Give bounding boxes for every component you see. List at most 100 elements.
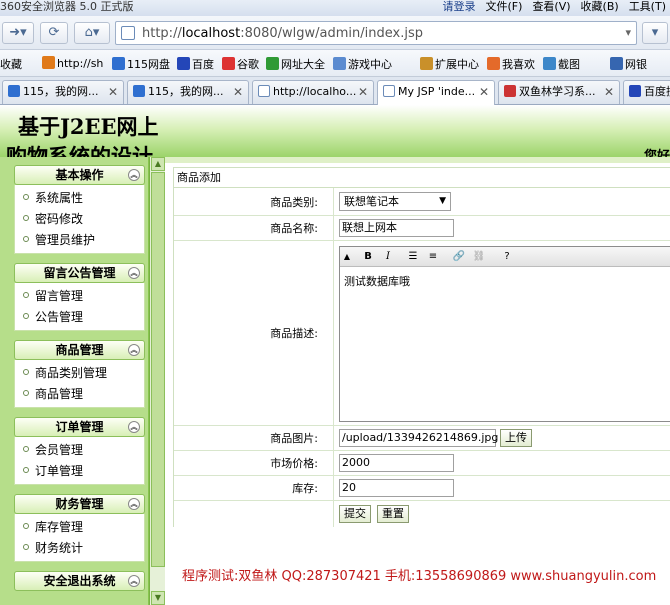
bank-icon <box>610 57 623 70</box>
close-icon[interactable]: ✕ <box>479 81 489 103</box>
url-nav-icon <box>266 57 279 70</box>
sidebar-item-message-manage[interactable]: 留言管理 <box>15 286 144 307</box>
fav-bank[interactable]: 网银 <box>610 56 647 72</box>
tab-115-b[interactable]: 115，我的网... ✕ <box>127 80 249 104</box>
rich-text-editor[interactable]: ▲ B I ☰ ≡ 🔗 ⛓ ? 测试数据库哦 <box>339 246 670 422</box>
fav-collect[interactable]: 收藏 <box>0 56 22 72</box>
unlink-icon[interactable]: ⛓ <box>472 250 486 264</box>
collapse-icon[interactable]: ︽ <box>128 575 140 587</box>
login-link[interactable]: 请登录 <box>443 0 476 14</box>
fav-baidu[interactable]: 百度 <box>177 56 214 72</box>
close-icon[interactable]: ✕ <box>604 81 614 103</box>
submit-button[interactable]: 提交 <box>339 505 371 523</box>
menu-group-header[interactable]: 商品管理 ︽ <box>14 340 145 360</box>
collapse-icon[interactable]: ︽ <box>128 267 140 279</box>
product-name-input[interactable]: 联想上网本 <box>339 219 454 237</box>
collapse-icon[interactable]: ︽ <box>128 498 140 510</box>
sidebar-item-system-properties[interactable]: 系统属性 <box>15 188 144 209</box>
sidebar-item-change-password[interactable]: 密码修改 <box>15 209 144 230</box>
menu-tools[interactable]: 工具(T) <box>629 0 666 14</box>
fav-screenshot[interactable]: 截图 <box>543 56 580 72</box>
category-label: 商品类别: <box>174 188 334 215</box>
link-icon[interactable]: 🔗 <box>452 250 466 264</box>
name-label: 商品名称: <box>174 216 334 240</box>
menu-group-header[interactable]: 基本操作 ︽ <box>14 165 145 185</box>
close-icon[interactable]: ✕ <box>233 81 243 103</box>
menu-group-finance: 财务管理 ︽ 库存管理 财务统计 <box>14 494 145 562</box>
scroll-down-icon[interactable]: ▼ <box>151 591 165 605</box>
sidebar-item-order-manage[interactable]: 订单管理 <box>15 461 144 482</box>
menu-group-basic: 基本操作 ︽ 系统属性 密码修改 管理员维护 <box>14 165 145 254</box>
tab-localhost[interactable]: http://localho... ✕ <box>252 80 374 104</box>
tab-shuangyulin[interactable]: 双鱼林学习系... ✕ <box>498 80 620 104</box>
price-input[interactable]: 2000 <box>339 454 454 472</box>
help-icon[interactable]: ? <box>500 250 514 264</box>
fav-115[interactable]: 115网盘 <box>112 56 170 72</box>
image-path-input[interactable]: /upload/1339426214869.jpg <box>339 429 498 447</box>
fav-google[interactable]: 谷歌 <box>222 56 259 72</box>
baidu-icon <box>629 85 641 97</box>
menu-favorites[interactable]: 收藏(B) <box>581 0 619 14</box>
menu-file[interactable]: 文件(F) <box>486 0 523 14</box>
tab-115-a[interactable]: 115，我的网... ✕ <box>2 80 124 104</box>
row-description: 商品描述: ▲ B I ☰ ≡ 🔗 ⛓ ? 测试数据库哦 <box>174 241 670 426</box>
collapse-icon[interactable]: ︽ <box>128 421 140 433</box>
stock-input[interactable]: 20 <box>339 479 454 497</box>
sidebar-item-finance-stats[interactable]: 财务统计 <box>15 538 144 559</box>
fav-like[interactable]: 我喜欢 <box>487 56 535 72</box>
bold-icon[interactable]: B <box>361 250 375 264</box>
sidebar-item-member-manage[interactable]: 会员管理 <box>15 440 144 461</box>
bookmark-icon <box>42 56 55 69</box>
menu-group-header[interactable]: 留言公告管理 ︽ <box>14 263 145 283</box>
address-url[interactable]: http://localhost:8080/wlgw/admin/index.j… <box>142 26 423 41</box>
footer-credits: 程序测试:双鱼林 QQ:287307421 手机:13558690869 www… <box>182 569 657 584</box>
address-dropdown-icon[interactable]: ▾ <box>625 26 631 39</box>
editor-toolbar: ▲ B I ☰ ≡ 🔗 ⛓ ? <box>340 247 670 267</box>
menu-group-header[interactable]: 订单管理 ︽ <box>14 417 145 437</box>
fav-http-sh[interactable]: http://sh <box>42 56 103 70</box>
ordered-list-icon[interactable]: ☰ <box>406 250 420 264</box>
scroll-up-icon[interactable]: ▲ <box>151 157 165 171</box>
close-icon[interactable]: ✕ <box>358 81 368 103</box>
sidebar-scrollbar[interactable]: ▲ ▼ <box>149 157 165 605</box>
reset-button[interactable]: 重置 <box>377 505 409 523</box>
sidebar-item-stock-manage[interactable]: 库存管理 <box>15 517 144 538</box>
italic-icon[interactable]: I <box>381 250 395 264</box>
menu-group-products: 商品管理 ︽ 商品类别管理 商品管理 <box>14 340 145 408</box>
unordered-list-icon[interactable]: ≡ <box>426 250 440 264</box>
page-icon <box>121 26 135 40</box>
upload-button[interactable]: 上传 <box>500 429 532 447</box>
price-label: 市场价格: <box>174 451 334 475</box>
browser-menu: 请登录 文件(F) 查看(V) 收藏(B) 工具(T) <box>443 0 666 14</box>
scissors-icon <box>543 57 556 70</box>
tab-myjsp[interactable]: My JSP 'inde... ✕ <box>377 80 495 105</box>
menu-view[interactable]: 查看(V) <box>532 0 570 14</box>
sidebar-item-category-manage[interactable]: 商品类别管理 <box>15 363 144 384</box>
sidebar: 基本操作 ︽ 系统属性 密码修改 管理员维护 留言公告管理 ︽ 留言管理 公告管理 … <box>0 157 165 605</box>
editor-content[interactable]: 测试数据库哦 <box>340 267 670 295</box>
fav-games[interactable]: 游戏中心 <box>333 56 392 72</box>
fav-url-nav[interactable]: 网址大全 <box>266 56 325 72</box>
collapse-icon[interactable]: ︽ <box>128 344 140 356</box>
address-bar[interactable]: http://localhost:8080/wlgw/admin/index.j… <box>115 21 637 45</box>
scroll-thumb[interactable] <box>151 172 165 567</box>
tab-baidu[interactable]: 百度搜 <box>623 80 670 104</box>
sidebar-item-notice-manage[interactable]: 公告管理 <box>15 307 144 328</box>
menu-group-header[interactable]: 安全退出系统 ︽ <box>14 571 145 591</box>
menu-group-header[interactable]: 财务管理 ︽ <box>14 494 145 514</box>
page-icon <box>383 85 395 97</box>
fav-extensions[interactable]: 扩展中心 <box>420 56 479 72</box>
google-icon <box>222 57 235 70</box>
close-icon[interactable]: ✕ <box>108 81 118 103</box>
forward-button[interactable]: ➜▾ <box>2 22 34 44</box>
stock-label: 库存: <box>174 476 334 500</box>
home-button[interactable]: ⌂▾ <box>74 22 110 44</box>
address-extra-button[interactable]: ▾ <box>642 22 668 44</box>
category-select[interactable]: 联想笔记本 ▼ <box>339 192 451 211</box>
site-title-line2: 购物系统的设计 <box>6 144 153 157</box>
collapse-icon[interactable]: ︽ <box>128 169 140 181</box>
sidebar-item-admin-maintain[interactable]: 管理员维护 <box>15 230 144 251</box>
menu-group-orders: 订单管理 ︽ 会员管理 订单管理 <box>14 417 145 485</box>
refresh-button[interactable]: ⟳ <box>40 22 68 44</box>
sidebar-item-product-manage[interactable]: 商品管理 <box>15 384 144 405</box>
